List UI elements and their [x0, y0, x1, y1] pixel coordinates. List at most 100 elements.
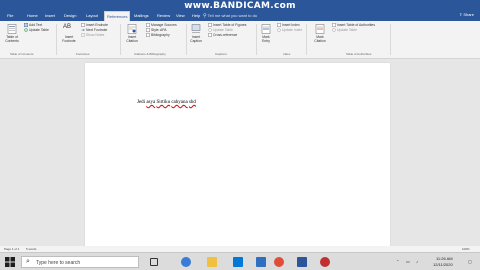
volume-icon[interactable]: ♪ — [416, 259, 418, 264]
update-table-authorities-button[interactable]: Update Table — [337, 28, 357, 32]
manage-sources-icon — [146, 23, 150, 27]
share-button[interactable]: ⇪Share — [458, 12, 474, 17]
lightbulb-icon: ⚲ — [203, 13, 207, 19]
table-of-authorities-icon — [332, 23, 336, 27]
tab-references[interactable]: References — [104, 11, 131, 21]
document-text[interactable]: Jedi asya Sirtiku cahyana shd — [137, 100, 196, 105]
doc-word-misspelled: asya — [146, 100, 156, 105]
manage-sources-button[interactable]: Manage Sources — [151, 23, 177, 27]
next-footnote-icon — [81, 28, 85, 32]
next-footnote-button[interactable]: Next Footnote — [86, 28, 107, 32]
table-of-figures-icon — [208, 23, 212, 27]
doc-word-misspelled: Sirtiku — [156, 100, 171, 105]
add-text-button[interactable]: Add Text — [29, 23, 42, 27]
group-separator — [390, 24, 391, 55]
tab-help[interactable]: Help — [192, 13, 200, 18]
add-text-icon — [24, 23, 28, 27]
share-icon: ⇪ — [458, 12, 463, 17]
update-table-icon — [332, 28, 336, 32]
share-label: Share — [463, 12, 474, 17]
doc-word-misspelled: shd — [188, 100, 196, 105]
bibliography-icon — [146, 33, 150, 37]
doc-word: Jedi — [137, 100, 146, 105]
insert-caption-button[interactable]: Insert Caption — [186, 35, 206, 43]
insert-footnote-icon: AB — [63, 24, 72, 30]
insert-caption-icon[interactable] — [191, 24, 201, 34]
tab-view[interactable]: View — [176, 13, 185, 18]
insert-endnote-icon — [81, 23, 85, 27]
notification-icon[interactable]: ▢ — [468, 259, 472, 264]
update-table-button[interactable]: Update Table — [29, 28, 49, 32]
style-select[interactable]: APA — [160, 28, 167, 32]
word-window: www.BANDICAM.com File Home Insert Design… — [0, 0, 480, 270]
mark-citation-button[interactable]: Mark Citation — [310, 35, 330, 43]
bandicam-icon[interactable] — [320, 257, 330, 267]
windows-taskbar: ⌕ Type here to search ⌃ ▭ ♪ 11:26 AM 12/… — [0, 252, 480, 270]
show-notes-button[interactable]: Show Notes — [86, 33, 104, 37]
store-icon[interactable] — [233, 257, 243, 267]
insert-index-button[interactable]: Insert Index — [282, 23, 300, 27]
group-label-footnotes: Footnotes — [76, 52, 90, 56]
table-of-contents-icon[interactable] — [7, 24, 17, 34]
show-notes-icon — [81, 33, 85, 37]
group-separator — [306, 24, 307, 55]
update-table-figures-button[interactable]: Update Table — [213, 28, 233, 32]
tell-me-text: Tell me what you want to do — [207, 13, 258, 18]
bandicam-watermark: www.BANDICAM.com — [184, 1, 296, 11]
windows-start-icon[interactable] — [5, 257, 15, 267]
style-label: Style: — [151, 28, 160, 32]
insert-citation-button[interactable]: Insert Citation — [122, 35, 142, 43]
update-table-icon — [24, 28, 28, 32]
tab-home[interactable]: Home — [27, 13, 38, 18]
group-label-authorities: Table of Authorities — [346, 52, 372, 56]
tab-layout[interactable]: Layout — [86, 13, 98, 18]
task-view-icon[interactable] — [150, 258, 158, 266]
mark-citation-icon[interactable] — [315, 24, 325, 34]
network-icon[interactable]: ▭ — [406, 259, 410, 264]
table-of-contents-button[interactable]: Table of Contents — [2, 35, 22, 43]
tell-me-box[interactable]: ⚲Tell me what you want to do — [203, 13, 257, 19]
cross-reference-button[interactable]: Cross-reference — [213, 33, 237, 37]
word-app-icon[interactable] — [297, 257, 307, 267]
search-placeholder: Type here to search — [36, 260, 81, 266]
clock-time[interactable]: 11:26 AM — [436, 256, 453, 261]
document-area: Jedi asya Sirtiku cahyana shd — [0, 59, 480, 246]
tab-design[interactable]: Design — [64, 13, 76, 18]
update-index-icon — [277, 28, 281, 32]
update-table-icon — [208, 28, 212, 32]
group-label-index: Index — [283, 52, 291, 56]
insert-table-of-figures-button[interactable]: Insert Table of Figures — [213, 23, 246, 27]
tab-mailings[interactable]: Mailings — [134, 13, 149, 18]
bibliography-button[interactable]: Bibliography — [151, 33, 170, 37]
file-explorer-icon[interactable] — [207, 257, 217, 267]
group-label-captions: Captions — [215, 52, 227, 56]
word-count[interactable]: 5 words — [26, 247, 37, 251]
mark-entry-button[interactable]: Mark Entry — [257, 35, 275, 43]
mark-entry-icon[interactable] — [261, 24, 271, 34]
group-label-toc: Table of Contents — [10, 52, 34, 56]
ribbon-tab-bar: www.BANDICAM.com File Home Insert Design… — [0, 0, 480, 21]
insert-endnote-button[interactable]: Insert Endnote — [86, 23, 108, 27]
tray-chevron-icon[interactable]: ⌃ — [396, 259, 399, 264]
edge-browser-icon[interactable] — [181, 257, 191, 267]
tab-file[interactable]: File — [7, 13, 13, 18]
zoom-level[interactable]: 100% — [462, 247, 470, 251]
insert-footnote-button[interactable]: Insert Footnote — [59, 35, 79, 43]
group-separator — [56, 24, 57, 55]
taskbar-search-input[interactable]: ⌕ Type here to search — [21, 256, 139, 268]
page-count[interactable]: Page 1 of 1 — [4, 247, 19, 251]
insert-table-of-authorities-button[interactable]: Insert Table of Authorities — [337, 23, 375, 27]
doc-word-misspelled: cahyana — [171, 100, 188, 105]
clock-date[interactable]: 12/11/2020 — [433, 262, 453, 267]
cross-reference-icon — [208, 33, 212, 37]
tab-review[interactable]: Review — [157, 13, 170, 18]
insert-citation-icon[interactable] — [127, 24, 137, 34]
tab-insert[interactable]: Insert — [45, 13, 55, 18]
insert-index-icon — [277, 23, 281, 27]
ribbon-references: Table of Contents Add Text Update Table … — [0, 21, 480, 59]
update-index-button[interactable]: Update Index — [282, 28, 302, 32]
mail-icon[interactable] — [256, 257, 266, 267]
document-page[interactable]: Jedi asya Sirtiku cahyana shd — [85, 63, 390, 246]
chrome-icon[interactable] — [274, 257, 284, 267]
search-icon: ⌕ — [26, 258, 30, 265]
